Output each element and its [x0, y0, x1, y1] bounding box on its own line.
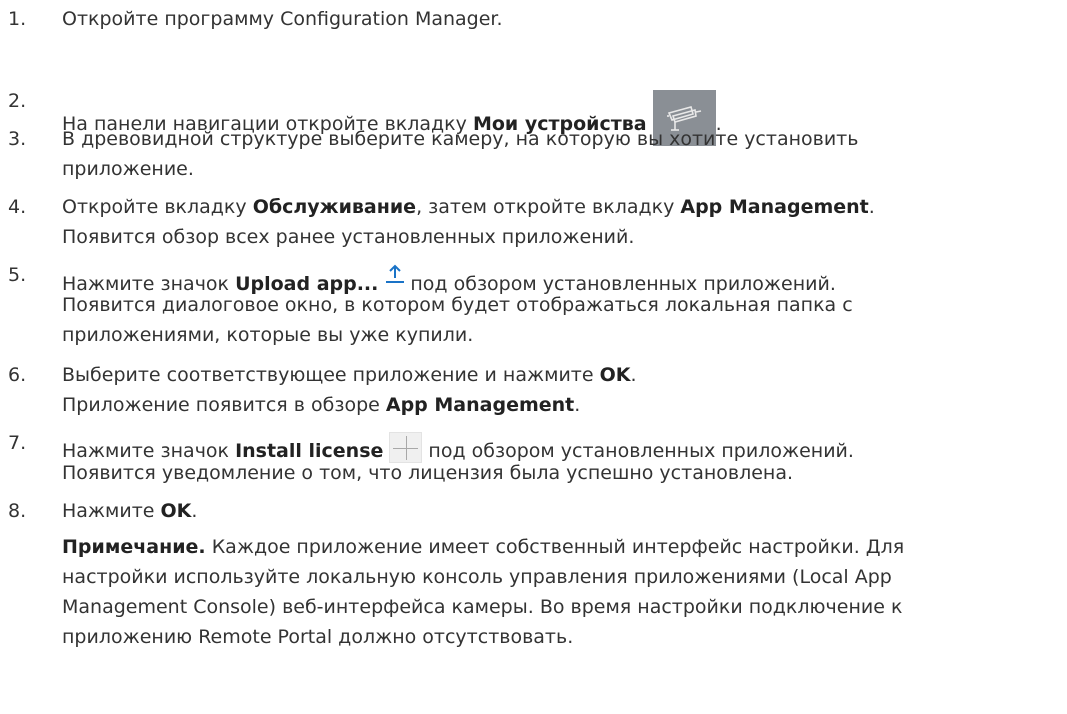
step-number: 1. [8, 8, 27, 30]
ok-label: OK [160, 500, 192, 522]
note-text: Management Console) веб-интерфейса камер… [62, 596, 903, 618]
note-text: настройки используйте локальную консоль … [62, 566, 892, 588]
upload-app-label: Upload app... [235, 273, 379, 295]
step-number: 5. [8, 264, 27, 286]
step-text: Появится уведомление о том, что лицензия… [62, 462, 794, 484]
step-text: В древовидной структуре выберите камеру,… [62, 128, 859, 150]
upload-icon [384, 264, 406, 284]
step-number: 8. [8, 500, 27, 522]
step-text: Нажмите значок Install license под обзоро… [62, 432, 854, 463]
step-text: Появится обзор всех ранее установленных … [62, 226, 635, 248]
note-text: приложению Remote Portal должно отсутств… [62, 626, 574, 648]
step-number: 4. [8, 196, 27, 218]
step-number: 7. [8, 432, 27, 454]
install-license-label: Install license [235, 440, 384, 462]
plus-icon [389, 432, 423, 463]
ok-label: OK [599, 364, 631, 386]
step-text: Нажмите OK. [62, 500, 198, 522]
step-text: Откройте программу Configuration Manager… [62, 8, 503, 30]
app-management-label: App Management [385, 394, 575, 416]
step-text: Появится диалоговое окно, в котором буде… [62, 294, 853, 316]
step-number: 2. [8, 90, 27, 112]
step-text: приложение. [62, 158, 194, 180]
step-text: приложениями, которые вы уже купили. [62, 324, 474, 346]
step-number: 6. [8, 364, 27, 386]
step-text: Откройте вкладку Обслуживание, затем отк… [62, 196, 875, 218]
step-text: Приложение появится в обзоре App Managem… [62, 394, 581, 416]
instructions-document: 1. Откройте программу Configuration Mana… [0, 0, 1067, 714]
step-number: 3. [8, 128, 27, 150]
maintenance-label: Обслуживание [252, 196, 417, 218]
note-label: Примечание. [62, 536, 206, 558]
step-text: Нажмите значок Upload app... под обзором … [62, 264, 836, 295]
step-text: Выберите соответствующее приложение и на… [62, 364, 637, 386]
note-text: Примечание. Каждое приложение имеет собс… [62, 536, 905, 558]
app-management-label: App Management [680, 196, 869, 218]
